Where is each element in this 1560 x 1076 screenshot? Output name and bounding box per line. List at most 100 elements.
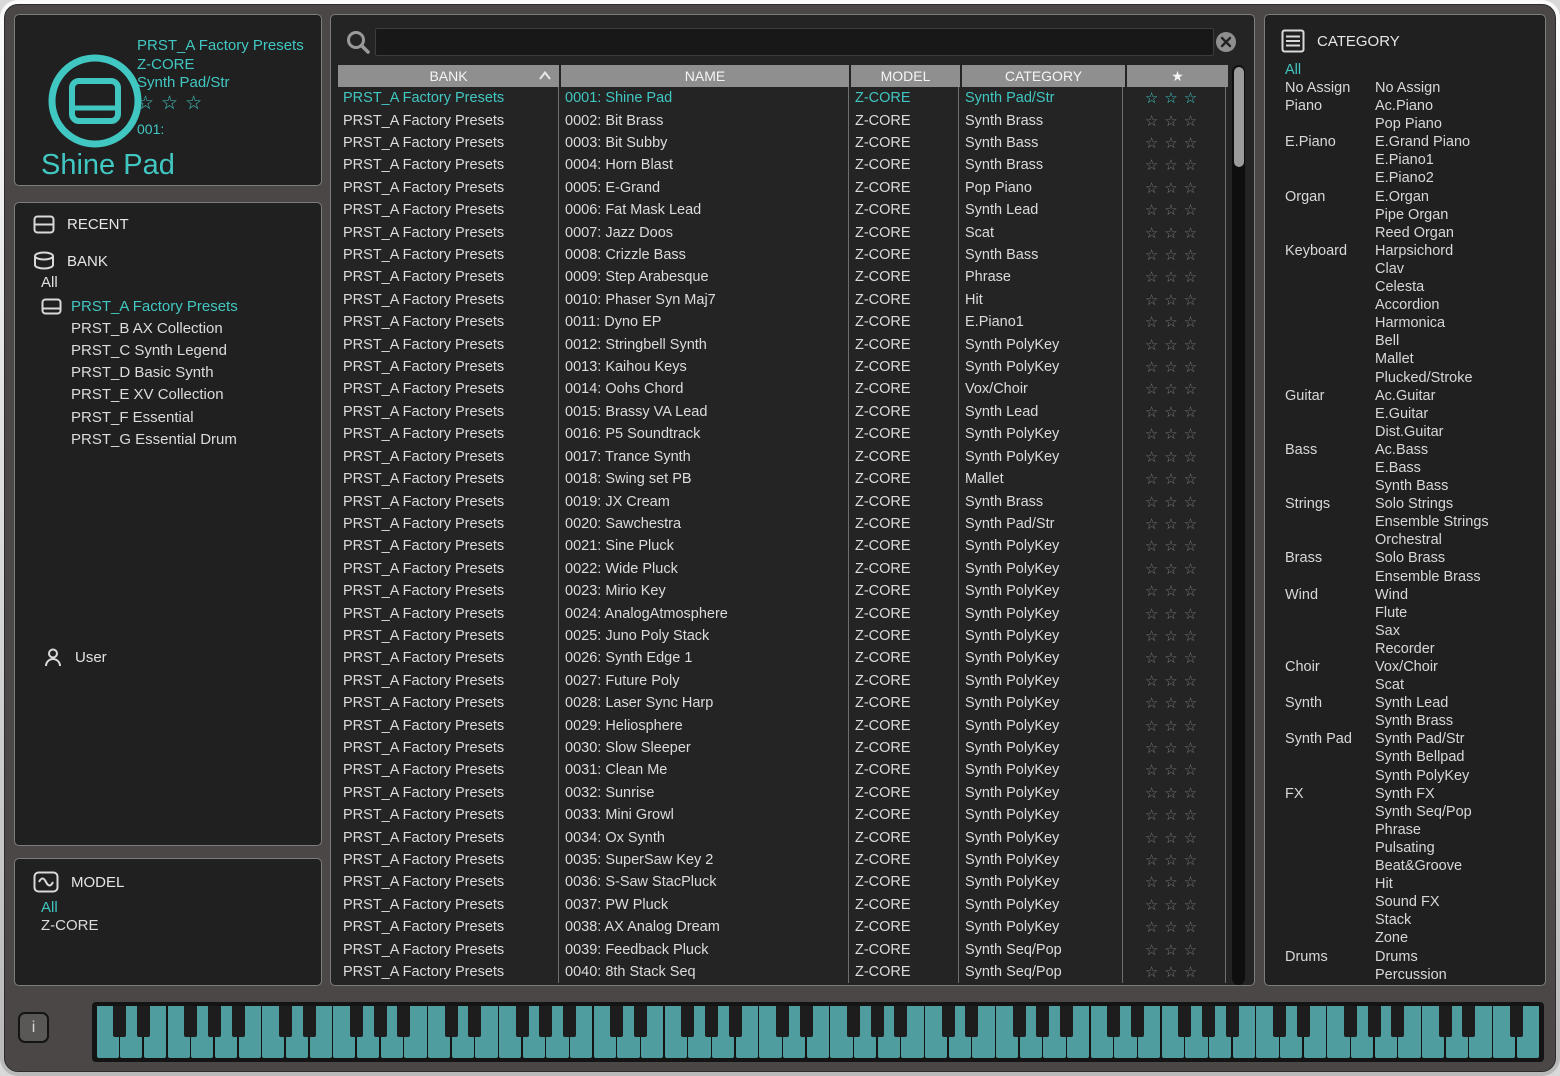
- preset-row-stars[interactable]: ☆☆☆: [1123, 266, 1226, 289]
- black-key[interactable]: [847, 1006, 860, 1037]
- black-key[interactable]: [113, 1006, 127, 1037]
- preset-row-stars[interactable]: ☆☆☆: [1123, 154, 1226, 177]
- black-key[interactable]: [1060, 1006, 1074, 1037]
- preset-row[interactable]: PRST_A Factory Presets 0029: Heliosphere Z…: [331, 714, 1254, 737]
- preset-row-stars[interactable]: ☆☆☆: [1123, 355, 1226, 379]
- black-key[interactable]: [1344, 1006, 1358, 1037]
- preset-row-stars[interactable]: ☆☆☆: [1123, 378, 1226, 401]
- preset-row-stars[interactable]: ☆☆☆: [1123, 400, 1226, 424]
- black-key[interactable]: [633, 1006, 647, 1037]
- preset-row-stars[interactable]: ☆☆☆: [1123, 131, 1226, 155]
- category-group-label[interactable]: Strings: [1285, 496, 1330, 512]
- preset-row[interactable]: PRST_A Factory Presets 0026: Synth Edge 1…: [331, 647, 1254, 670]
- black-key[interactable]: [373, 1006, 387, 1037]
- black-key[interactable]: [1273, 1006, 1287, 1037]
- category-group-label[interactable]: Drums: [1285, 949, 1328, 965]
- category-sub-label[interactable]: E.Guitar: [1375, 406, 1428, 422]
- category-group-label[interactable]: Synth: [1285, 695, 1322, 711]
- category-sub-label[interactable]: Phrase: [1375, 822, 1421, 838]
- preset-row[interactable]: PRST_A Factory Presets 0030: Slow Sleeper…: [331, 736, 1254, 760]
- category-filter-all[interactable]: All: [1285, 62, 1301, 78]
- bank-list-item[interactable]: PRST_B AX Collection: [15, 317, 321, 339]
- model-list-item[interactable]: All: [41, 899, 99, 917]
- category-group-label[interactable]: FX: [1285, 786, 1304, 802]
- black-key[interactable]: [1012, 1006, 1026, 1037]
- category-group-label[interactable]: No Assign: [1285, 80, 1350, 96]
- category-sub-label[interactable]: Recorder: [1375, 641, 1435, 657]
- preset-row[interactable]: PRST_A Factory Presets 0002: Bit Brass Z-C…: [331, 109, 1254, 132]
- black-key[interactable]: [1438, 1006, 1452, 1037]
- black-key[interactable]: [1296, 1006, 1310, 1037]
- category-group-label[interactable]: Piano: [1285, 98, 1322, 114]
- preset-row[interactable]: PRST_A Factory Presets 0011: Dyno EP Z-COR…: [331, 311, 1254, 334]
- category-sub-label[interactable]: Synth FX: [1375, 786, 1435, 802]
- preset-row[interactable]: PRST_A Factory Presets 0040: 8th Stack Se…: [331, 960, 1254, 984]
- category-sub-label[interactable]: Clav: [1375, 261, 1404, 277]
- black-key[interactable]: [704, 1006, 718, 1037]
- black-key[interactable]: [1178, 1006, 1192, 1037]
- preset-row-stars[interactable]: ☆☆☆: [1123, 490, 1226, 513]
- category-sub-label[interactable]: Harpsichord: [1375, 243, 1453, 259]
- category-group-label[interactable]: Keyboard: [1285, 243, 1347, 259]
- black-key[interactable]: [1036, 1006, 1050, 1037]
- preset-row-stars[interactable]: ☆☆☆: [1123, 848, 1226, 872]
- black-key[interactable]: [302, 1006, 316, 1037]
- preset-row[interactable]: PRST_A Factory Presets 0028: Laser Sync H…: [331, 691, 1254, 715]
- preset-row-stars[interactable]: ☆☆☆: [1123, 288, 1226, 312]
- preset-row[interactable]: PRST_A Factory Presets 0020: Sawchestra Z-…: [331, 512, 1254, 536]
- preset-row[interactable]: PRST_A Factory Presets 0022: Wide Pluck Z-…: [331, 557, 1254, 580]
- preset-row[interactable]: PRST_A Factory Presets 0033: Mini Growl Z-…: [331, 804, 1254, 827]
- model-list-item[interactable]: Z-CORE: [41, 917, 99, 935]
- preset-row[interactable]: PRST_A Factory Presets 0018: Swing set PB…: [331, 467, 1254, 491]
- preset-row[interactable]: PRST_A Factory Presets 0014: Oohs Chord Z-…: [331, 378, 1254, 401]
- preset-row[interactable]: PRST_A Factory Presets 0021: Sine Pluck Z-…: [331, 535, 1254, 558]
- category-group-label[interactable]: Guitar: [1285, 388, 1325, 404]
- category-sub-label[interactable]: Flute: [1375, 605, 1407, 621]
- category-sub-label[interactable]: Pulsating: [1375, 840, 1435, 856]
- preset-row-stars[interactable]: ☆☆☆: [1123, 311, 1226, 334]
- search-input[interactable]: [375, 28, 1214, 56]
- preset-row-stars[interactable]: ☆☆☆: [1123, 714, 1226, 737]
- category-sub-label[interactable]: Solo Strings: [1375, 496, 1453, 512]
- black-key[interactable]: [184, 1006, 198, 1037]
- nav-bank[interactable]: BANK: [33, 251, 108, 271]
- bank-filter-user[interactable]: User: [43, 647, 107, 668]
- preset-row[interactable]: PRST_A Factory Presets 0005: E-Grand Z-COR…: [331, 176, 1254, 200]
- category-sub-label[interactable]: E.Bass: [1375, 460, 1421, 476]
- category-sub-label[interactable]: Vox/Choir: [1375, 659, 1438, 675]
- category-sub-label[interactable]: Harmonica: [1375, 315, 1445, 331]
- black-key[interactable]: [965, 1006, 979, 1037]
- category-sub-label[interactable]: Synth Bass: [1375, 478, 1448, 494]
- category-sub-label[interactable]: E.Piano2: [1375, 170, 1434, 186]
- category-sub-label[interactable]: Ensemble Brass: [1375, 569, 1481, 585]
- preset-row-stars[interactable]: ☆☆☆: [1123, 423, 1226, 446]
- clear-search-icon[interactable]: [1215, 31, 1237, 53]
- preset-row[interactable]: PRST_A Factory Presets 0003: Bit Subby Z-C…: [331, 131, 1254, 155]
- black-key[interactable]: [1131, 1006, 1145, 1037]
- preset-row-stars[interactable]: ☆☆☆: [1123, 467, 1226, 491]
- bank-list-item[interactable]: PRST_C Synth Legend: [15, 339, 321, 361]
- category-sub-label[interactable]: Synth Lead: [1375, 695, 1448, 711]
- preset-row-stars[interactable]: ☆☆☆: [1123, 781, 1226, 804]
- category-sub-label[interactable]: Pipe Organ: [1375, 207, 1448, 223]
- category-sub-label[interactable]: Plucked/Stroke: [1375, 370, 1473, 386]
- preset-row-stars[interactable]: ☆☆☆: [1123, 871, 1226, 894]
- preset-row-stars[interactable]: ☆☆☆: [1123, 87, 1226, 110]
- preset-row-stars[interactable]: ☆☆☆: [1123, 445, 1226, 468]
- preset-row[interactable]: PRST_A Factory Presets 0031: Clean Me Z-CO…: [331, 759, 1254, 782]
- black-key[interactable]: [1107, 1006, 1121, 1037]
- category-group-label[interactable]: Organ: [1285, 189, 1325, 205]
- preset-row-stars[interactable]: ☆☆☆: [1123, 109, 1226, 132]
- preset-row-stars[interactable]: ☆☆☆: [1123, 691, 1226, 715]
- column-header-bank[interactable]: BANK: [338, 65, 559, 87]
- preset-row[interactable]: PRST_A Factory Presets 0009: Step Arabesq…: [331, 266, 1254, 289]
- category-sub-label[interactable]: Hit: [1375, 876, 1393, 892]
- preset-rating-stars[interactable]: ☆☆☆: [137, 94, 304, 114]
- category-sub-label[interactable]: Bell: [1375, 333, 1399, 349]
- black-key[interactable]: [1202, 1006, 1216, 1037]
- category-group-label[interactable]: Bass: [1285, 442, 1317, 458]
- preset-row-stars[interactable]: ☆☆☆: [1123, 535, 1226, 558]
- category-sub-label[interactable]: Wind: [1375, 587, 1408, 603]
- black-key[interactable]: [870, 1006, 884, 1037]
- category-sub-label[interactable]: Mallet: [1375, 351, 1414, 367]
